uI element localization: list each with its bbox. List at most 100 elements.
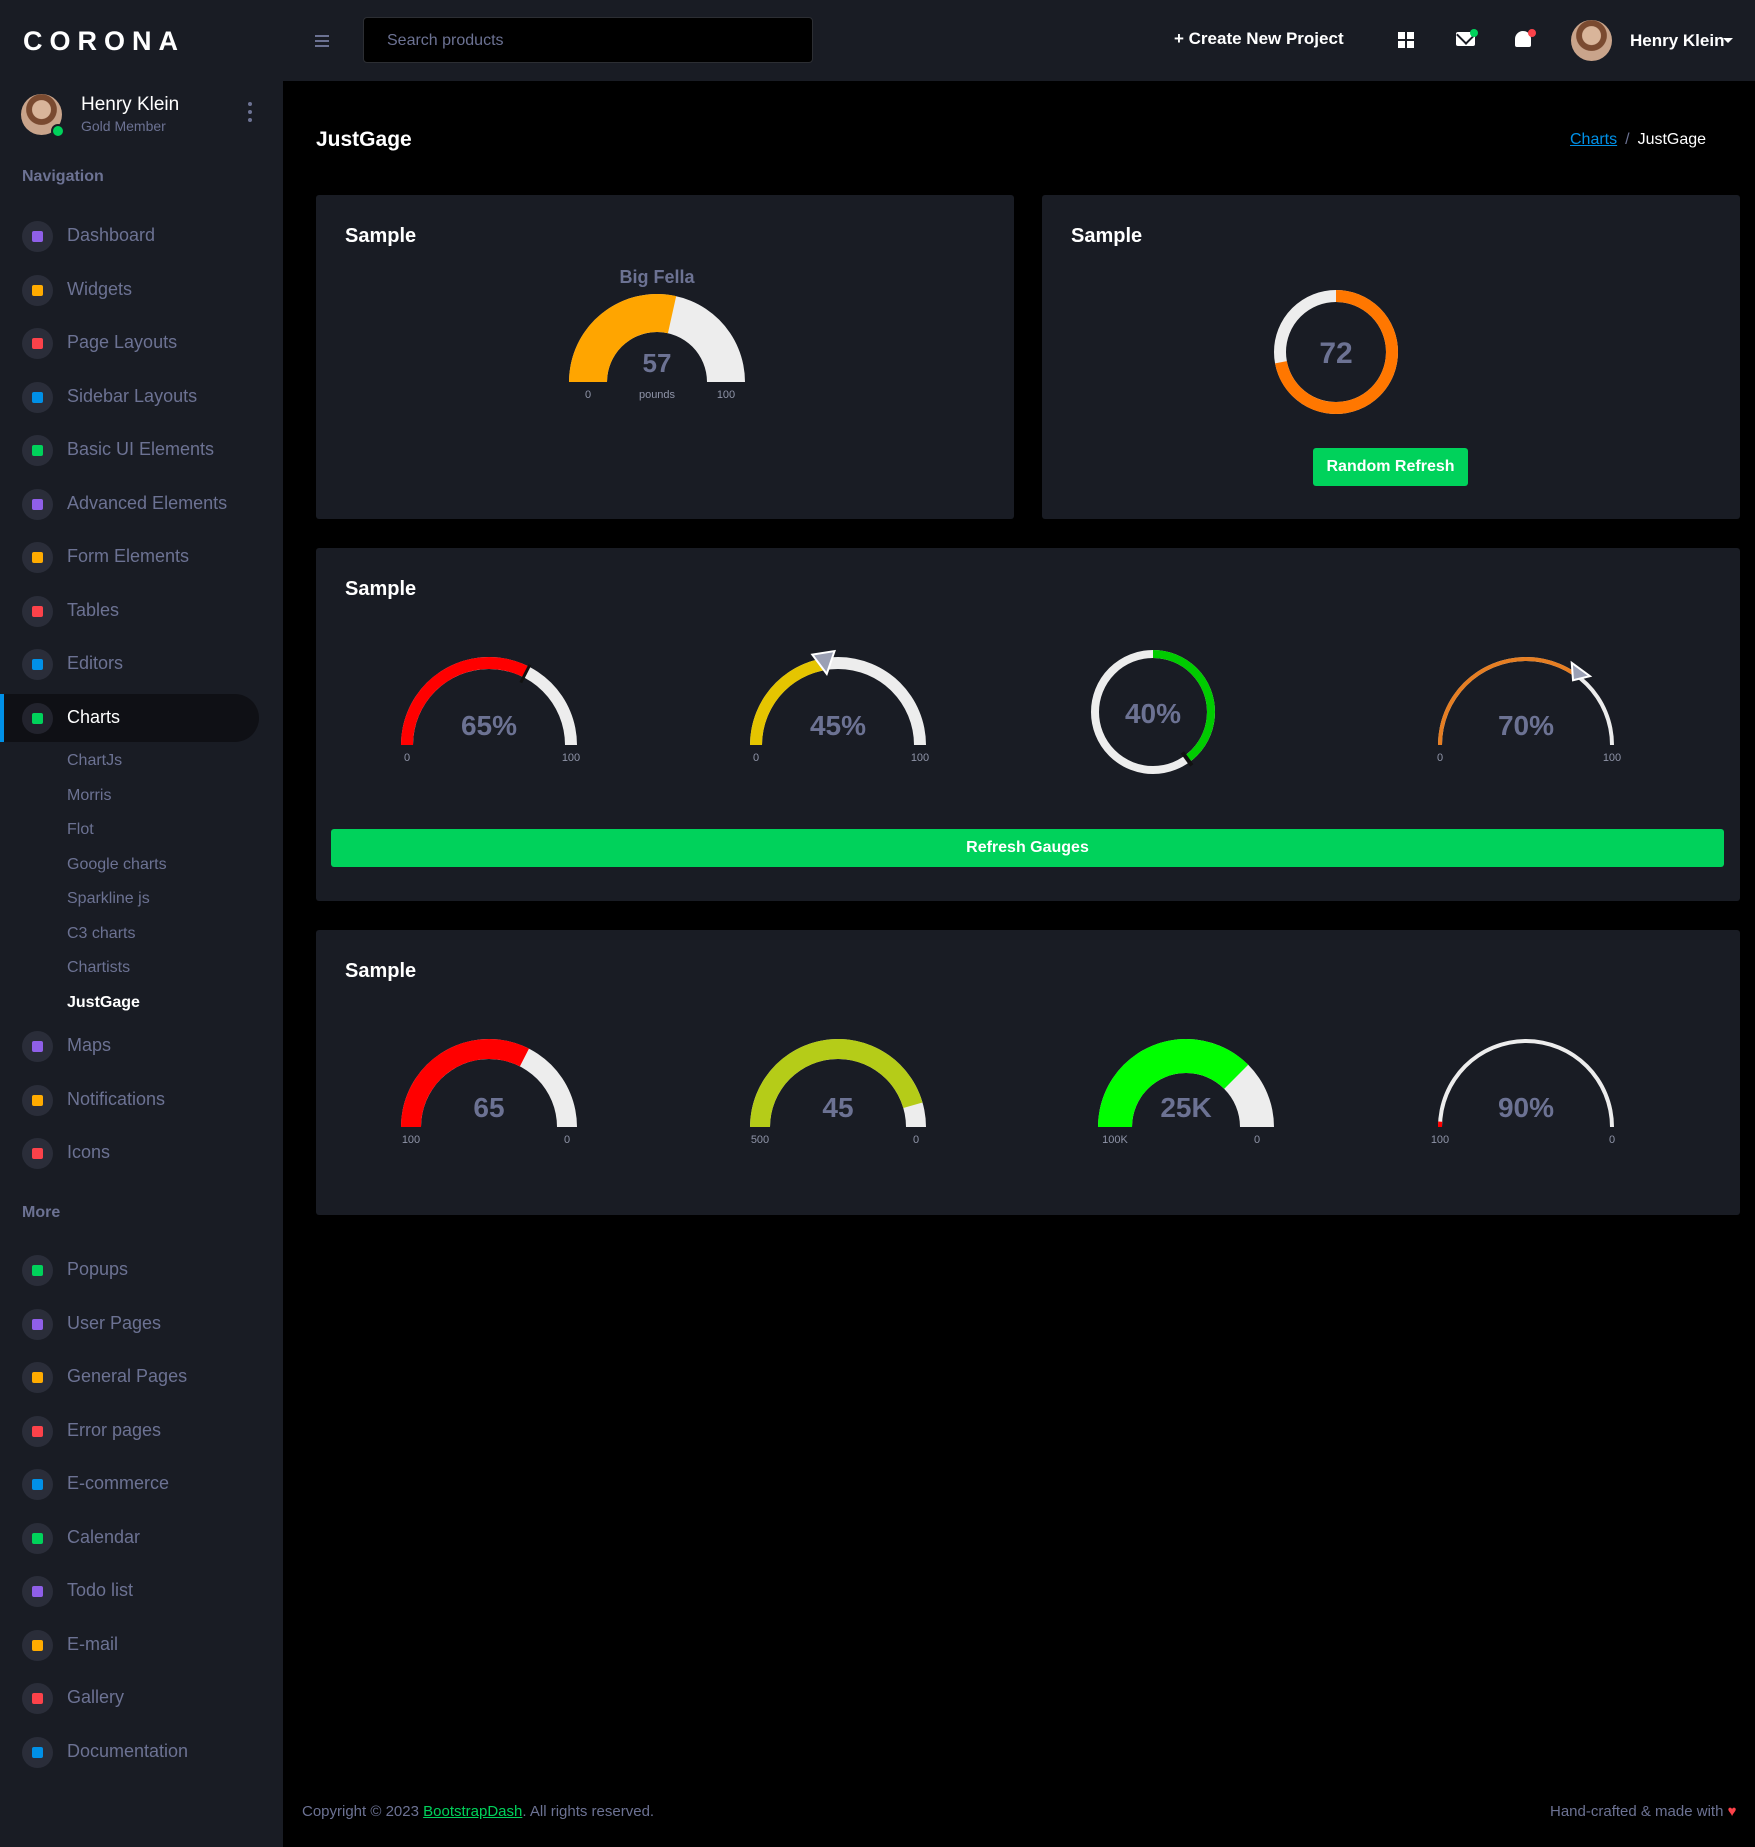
sidebar-item-dashboard[interactable]: Dashboard xyxy=(0,212,259,260)
map-pin-icon xyxy=(22,1031,53,1062)
card-title: Sample xyxy=(345,960,417,982)
gauge-value: 57 xyxy=(643,348,672,378)
gauge-pointer xyxy=(1570,660,1593,682)
gauge-value: 65% xyxy=(461,710,517,741)
lock-icon xyxy=(22,1415,53,1447)
sidebar-subitem-chartjs[interactable]: ChartJs xyxy=(67,752,122,770)
sidebar-item-label: Popups xyxy=(67,1259,129,1279)
brand-logo[interactable]: CORONA xyxy=(23,26,185,57)
sidebar-subitem-chartists[interactable]: Chartists xyxy=(67,959,130,977)
sidebar-item-basic-ui-elements[interactable]: Basic UI Elements xyxy=(0,426,259,474)
refresh-gauges-button[interactable]: Refresh Gauges xyxy=(331,829,1724,867)
sidebar-item-todo-list[interactable]: Todo list xyxy=(0,1567,259,1615)
sidebar-subitem-c3-charts[interactable]: C3 charts xyxy=(67,925,135,943)
sidebar-item-sidebar-layouts[interactable]: Sidebar Layouts xyxy=(0,373,259,421)
sidebar-item-label: Documentation xyxy=(67,1740,189,1761)
sidebar-item-label: Editors xyxy=(67,653,124,673)
breadcrumb-separator: / xyxy=(1625,131,1630,148)
sidebar-item-user-pages[interactable]: User Pages xyxy=(0,1300,259,1348)
search-placeholder: Search products xyxy=(387,32,504,49)
sidebar-item-tables[interactable]: Tables xyxy=(0,587,259,635)
chart-icon xyxy=(22,702,53,734)
gauge-value: 40% xyxy=(1125,698,1181,729)
sidebar-item-charts[interactable]: Charts xyxy=(0,693,259,742)
sidebar-subitem-google-charts[interactable]: Google charts xyxy=(67,856,167,874)
sidebar-item-icons[interactable]: Icons xyxy=(0,1129,259,1177)
user-menu[interactable]: Henry Klein xyxy=(1630,31,1724,51)
footer-suffix: . All rights reserved. xyxy=(522,1803,655,1820)
shield-icon xyxy=(22,1308,53,1340)
gauge-90-percent: 90% 100 0 xyxy=(1431,1039,1615,1146)
more-vertical-icon[interactable] xyxy=(246,102,254,124)
gauge-min-label: 100 xyxy=(1431,1134,1449,1146)
gauge-value: 90% xyxy=(1498,1092,1554,1123)
layout-icon xyxy=(22,328,53,359)
sidebar-item-label: Dashboard xyxy=(67,225,156,245)
gauge-min-label: 0 xyxy=(1437,752,1443,764)
sidebar-item-popups[interactable]: Popups xyxy=(0,1246,259,1294)
laptop-icon xyxy=(22,435,53,466)
sidebar-item-maps[interactable]: Maps xyxy=(0,1022,259,1070)
sidebar-item-label: Advanced Elements xyxy=(67,492,228,513)
sidebar-item-label: Widgets xyxy=(67,278,133,299)
sidebar-subitem-morris[interactable]: Morris xyxy=(67,787,111,805)
gauge-max-label: 0 xyxy=(1609,1134,1615,1146)
sidebar-subitem-sparkline-js[interactable]: Sparkline js xyxy=(67,890,150,908)
create-project-button[interactable]: + Create New Project xyxy=(1174,29,1344,49)
gauge-min-label: 0 xyxy=(404,752,410,764)
sidebar-item-documentation[interactable]: Documentation xyxy=(0,1728,259,1776)
sidebar-item-label: Tables xyxy=(67,599,120,620)
table-icon xyxy=(22,595,53,627)
gauge-donut-72: 72 xyxy=(1274,290,1398,414)
document-icon xyxy=(22,1736,53,1768)
sidebar-item-label: Notifications xyxy=(67,1088,166,1109)
gauge-45-percent: 45% 0 100 xyxy=(750,649,929,764)
card-donut-72: Sample 72 Random Refresh xyxy=(1042,195,1740,519)
globe-icon xyxy=(22,1362,53,1393)
sidebar-item-gallery[interactable]: Gallery xyxy=(0,1674,259,1722)
random-refresh-button[interactable]: Random Refresh xyxy=(1313,448,1468,486)
sidebar-item-general-pages[interactable]: General Pages xyxy=(0,1353,259,1401)
speedometer-icon xyxy=(22,221,53,252)
sidebar-item-advanced-elements[interactable]: Advanced Elements xyxy=(0,480,259,528)
sidebar-item-e-commerce[interactable]: E-commerce xyxy=(0,1460,259,1508)
sidebar-item-label: User Pages xyxy=(67,1312,162,1333)
footer-link-bootstrapdash[interactable]: BootstrapDash xyxy=(423,1803,522,1820)
user-avatar[interactable] xyxy=(1571,20,1612,61)
sidebar-item-notifications[interactable]: Notifications xyxy=(0,1076,259,1124)
sidebar-item-page-layouts[interactable]: Page Layouts xyxy=(0,319,259,367)
gauge-max-label: 100 xyxy=(1603,752,1621,764)
gauge-min-label: 500 xyxy=(751,1134,769,1146)
sidebar-item-form-elements[interactable]: Form Elements xyxy=(0,533,259,581)
card-title: Sample xyxy=(1071,225,1143,247)
grid-icon[interactable] xyxy=(1398,32,1414,48)
email-icon xyxy=(22,1629,53,1661)
gauge-value: 45 xyxy=(822,1092,853,1123)
menu-toggle-icon[interactable] xyxy=(315,35,329,50)
sidebar-subitem-flot[interactable]: Flot xyxy=(67,821,94,839)
widgets-icon xyxy=(22,274,53,306)
footer-credit-text: Hand-crafted & made with xyxy=(1550,1803,1724,1820)
card-reverse-gauges: Sample 65 100 0 45 500 0 25K 100K 0 90% 100 0 xyxy=(316,930,1740,1215)
gauge-max-label: 100 xyxy=(911,752,929,764)
gauge-title: Big Fella xyxy=(619,267,695,287)
search-input[interactable]: Search products xyxy=(363,17,813,63)
sidebar-item-e-mail[interactable]: E-mail xyxy=(0,1621,259,1669)
sidebar-item-error-pages[interactable]: Error pages xyxy=(0,1407,259,1455)
sidebar-subitem-justgage[interactable]: JustGage xyxy=(67,994,140,1012)
sidebar-item-calendar[interactable]: Calendar xyxy=(0,1514,259,1562)
chevron-down-icon[interactable] xyxy=(1723,38,1733,43)
breadcrumb-link-charts[interactable]: Charts xyxy=(1570,131,1617,148)
gauge-70-percent: 70% 0 100 xyxy=(1437,657,1621,764)
sidebar-item-editors[interactable]: Editors xyxy=(0,640,259,688)
gauge-max-label: 0 xyxy=(1254,1134,1260,1146)
card-pointer-gauges: Sample 65% 0 100 45% 0 100 40% 70% 0 100 Refre… xyxy=(316,548,1740,901)
online-status-dot xyxy=(51,124,65,138)
breadcrumb-current: JustGage xyxy=(1637,131,1707,148)
gauge-max-label: 0 xyxy=(913,1134,919,1146)
gauge-value: 65 xyxy=(473,1092,504,1123)
sidebar-item-label: Gallery xyxy=(67,1687,125,1707)
todo-icon xyxy=(22,1576,53,1607)
gauge-min-label: 100 xyxy=(402,1134,420,1146)
sidebar-item-widgets[interactable]: Widgets xyxy=(0,266,259,314)
